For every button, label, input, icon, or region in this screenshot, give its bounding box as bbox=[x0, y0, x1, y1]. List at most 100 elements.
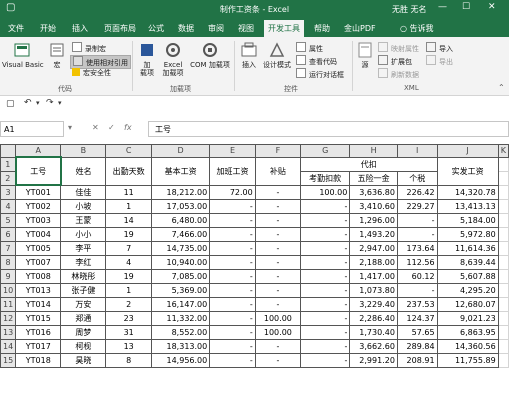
empty-cell[interactable] bbox=[497, 269, 509, 284]
table-cell[interactable]: 57.65 bbox=[396, 325, 438, 340]
table-cell[interactable]: 60.12 bbox=[396, 269, 438, 284]
tab-help[interactable]: 帮助 bbox=[314, 23, 330, 34]
tab-insert[interactable]: 插入 bbox=[72, 23, 88, 34]
table-cell[interactable]: 11,614.36 bbox=[436, 241, 499, 256]
properties-button[interactable]: 属性 bbox=[296, 42, 323, 54]
table-cell[interactable]: 7 bbox=[105, 241, 152, 256]
column-header[interactable]: B bbox=[60, 144, 107, 158]
table-cell[interactable]: 10,940.00 bbox=[150, 255, 211, 270]
table-cell[interactable]: 8,552.00 bbox=[150, 325, 211, 340]
table-cell[interactable]: 万安 bbox=[60, 297, 107, 312]
collapse-ribbon-icon[interactable]: ⌃ bbox=[498, 83, 505, 92]
table-cell[interactable]: 14 bbox=[105, 213, 152, 228]
table-cell[interactable]: 16,147.00 bbox=[150, 297, 211, 312]
table-cell[interactable]: 1,296.00 bbox=[349, 213, 398, 228]
table-cell[interactable]: - bbox=[254, 297, 302, 312]
table-cell[interactable]: 14,956.00 bbox=[150, 353, 211, 368]
table-cell[interactable]: 208.91 bbox=[396, 353, 438, 368]
table-cell[interactable]: - bbox=[300, 213, 351, 228]
table-cell[interactable]: - bbox=[300, 199, 351, 214]
visual-basic-button[interactable]: Visual Basic bbox=[2, 41, 44, 69]
table-cell[interactable]: - bbox=[300, 241, 351, 256]
tab-formulas[interactable]: 公式 bbox=[148, 23, 164, 34]
row-header[interactable]: 7 bbox=[0, 241, 17, 256]
table-cell[interactable]: 7,085.00 bbox=[150, 269, 211, 284]
header-cell-tax[interactable]: 个税 bbox=[396, 170, 438, 186]
tab-tell-me[interactable]: ○ 告诉我 bbox=[400, 23, 434, 34]
table-cell[interactable]: - bbox=[254, 283, 302, 298]
empty-cell[interactable] bbox=[497, 255, 509, 270]
table-cell[interactable]: 100.00 bbox=[300, 184, 351, 200]
row-header[interactable]: 1 bbox=[0, 156, 17, 172]
table-cell[interactable]: 289.84 bbox=[396, 339, 438, 354]
table-cell[interactable]: 3,662.60 bbox=[349, 339, 398, 354]
redo-icon[interactable]: ↷ bbox=[46, 98, 54, 108]
table-cell[interactable]: 林晓彤 bbox=[60, 269, 107, 284]
tab-file[interactable]: 文件 bbox=[8, 23, 24, 34]
table-cell[interactable]: 14,735.00 bbox=[150, 241, 211, 256]
cancel-formula-icon[interactable]: ✕ bbox=[92, 123, 99, 132]
column-header[interactable]: H bbox=[349, 144, 398, 158]
table-cell[interactable]: YT001 bbox=[15, 184, 62, 200]
table-cell[interactable]: YT005 bbox=[15, 241, 62, 256]
table-cell[interactable]: 226.42 bbox=[396, 184, 438, 200]
table-cell[interactable]: 佳佳 bbox=[60, 184, 107, 200]
table-cell[interactable]: 2,286.40 bbox=[349, 311, 398, 326]
table-cell[interactable]: - bbox=[254, 213, 302, 228]
table-cell[interactable]: - bbox=[300, 311, 351, 326]
table-cell[interactable]: 31 bbox=[105, 325, 152, 340]
table-cell[interactable]: - bbox=[209, 325, 256, 340]
table-cell[interactable]: - bbox=[209, 213, 256, 228]
table-cell[interactable]: 5,972.80 bbox=[436, 227, 499, 242]
table-cell[interactable]: 周梦 bbox=[60, 325, 107, 340]
table-cell[interactable]: - bbox=[300, 339, 351, 354]
tab-developer[interactable]: 开发工具 bbox=[264, 20, 304, 37]
empty-cell[interactable] bbox=[497, 241, 509, 256]
header-cell-attendance-deduction[interactable]: 考勤扣款 bbox=[300, 170, 351, 186]
column-header[interactable]: A bbox=[15, 144, 62, 158]
undo-dropdown-icon[interactable]: ▾ bbox=[36, 99, 40, 107]
table-cell[interactable]: 19 bbox=[105, 269, 152, 284]
empty-cell[interactable] bbox=[497, 353, 509, 368]
table-cell[interactable]: 1,073.80 bbox=[349, 283, 398, 298]
table-cell[interactable]: - bbox=[209, 311, 256, 326]
header-cell-allowance[interactable]: 补贴 bbox=[254, 156, 302, 186]
table-cell[interactable]: 11,332.00 bbox=[150, 311, 211, 326]
table-cell[interactable]: - bbox=[254, 241, 302, 256]
header-cell-deductions[interactable]: 代扣 bbox=[300, 156, 438, 172]
table-cell[interactable]: 23 bbox=[105, 311, 152, 326]
macros-button[interactable]: 宏 bbox=[46, 41, 68, 69]
table-cell[interactable]: 11,755.89 bbox=[436, 353, 499, 368]
empty-cell[interactable] bbox=[497, 339, 509, 354]
empty-cell[interactable] bbox=[497, 156, 509, 172]
header-cell-net-pay[interactable]: 实发工资 bbox=[436, 156, 499, 186]
table-cell[interactable]: - bbox=[209, 353, 256, 368]
column-header[interactable]: J bbox=[436, 144, 499, 158]
table-cell[interactable]: YT007 bbox=[15, 255, 62, 270]
save-icon[interactable]: ▢ bbox=[6, 99, 15, 109]
tab-home[interactable]: 开始 bbox=[40, 23, 56, 34]
name-box[interactable]: A1 bbox=[0, 121, 64, 137]
table-cell[interactable]: 13,413.13 bbox=[436, 199, 499, 214]
table-cell[interactable]: YT015 bbox=[15, 311, 62, 326]
table-cell[interactable]: - bbox=[396, 213, 438, 228]
row-header[interactable]: 12 bbox=[0, 311, 17, 326]
table-cell[interactable]: 8,639.44 bbox=[436, 255, 499, 270]
expansion-packs-button[interactable]: 扩展包 bbox=[378, 55, 412, 67]
design-mode-button[interactable]: 设计模式 bbox=[262, 41, 292, 69]
header-cell-overtime[interactable]: 加班工资 bbox=[209, 156, 256, 186]
empty-cell[interactable] bbox=[497, 199, 509, 214]
table-cell[interactable]: 李红 bbox=[60, 255, 107, 270]
enter-formula-icon[interactable]: ✓ bbox=[108, 123, 115, 132]
table-cell[interactable]: 1,730.40 bbox=[349, 325, 398, 340]
header-cell-base-salary[interactable]: 基本工资 bbox=[150, 156, 211, 186]
table-cell[interactable]: YT013 bbox=[15, 283, 62, 298]
table-cell[interactable]: 3,410.60 bbox=[349, 199, 398, 214]
table-cell[interactable]: 19 bbox=[105, 227, 152, 242]
column-header[interactable]: F bbox=[254, 144, 302, 158]
column-header[interactable]: D bbox=[150, 144, 211, 158]
table-cell[interactable]: 2,947.00 bbox=[349, 241, 398, 256]
table-cell[interactable]: - bbox=[209, 255, 256, 270]
table-cell[interactable]: 5,607.88 bbox=[436, 269, 499, 284]
empty-cell[interactable] bbox=[497, 170, 509, 186]
